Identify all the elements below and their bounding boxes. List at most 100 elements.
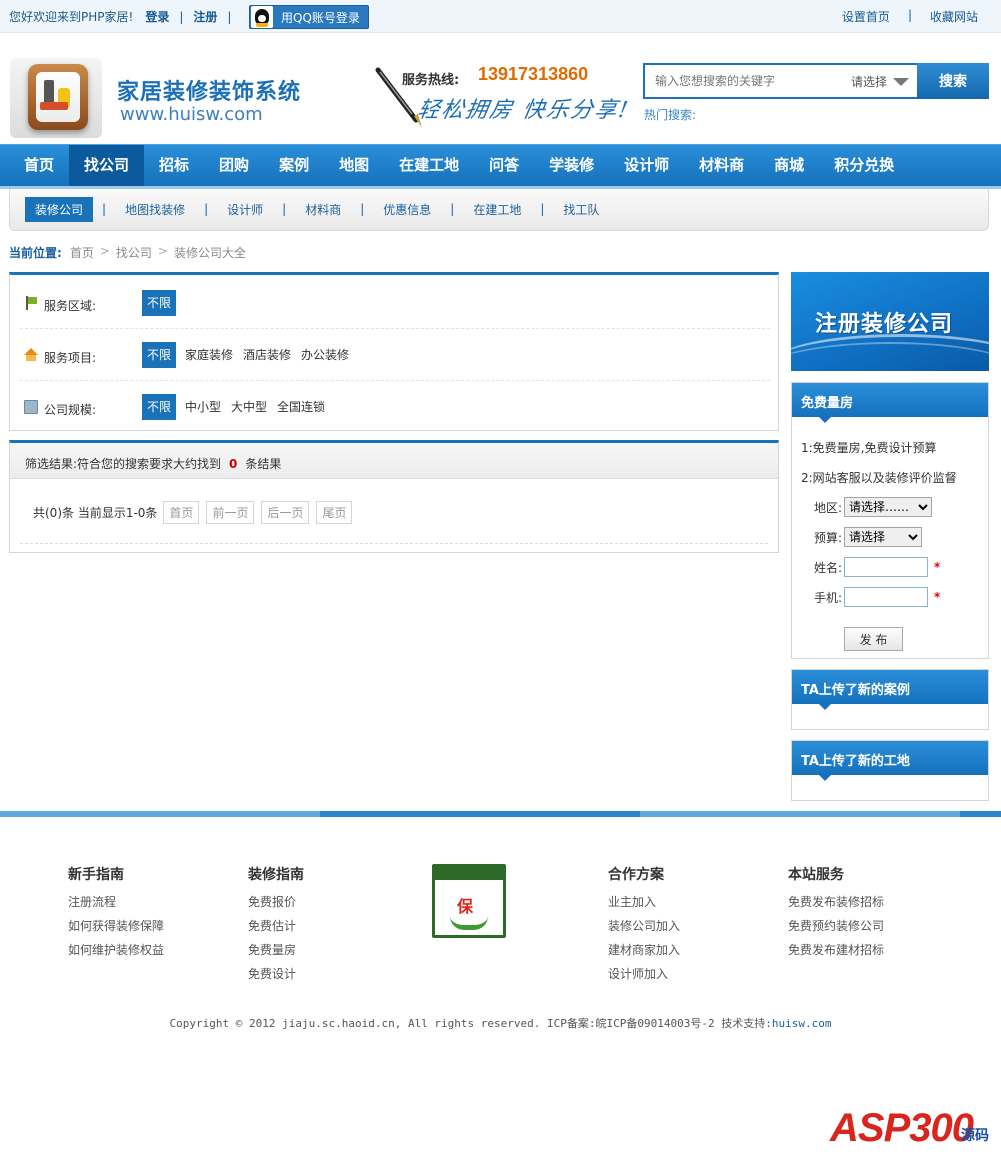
footer-link[interactable]: 设计师加入 [608, 962, 680, 986]
top-separator: | [907, 8, 912, 22]
sub-nav-item[interactable]: 材料商 | [295, 197, 373, 222]
search-category-select[interactable]: 请选择 [851, 73, 887, 90]
footer-link[interactable]: 如何获得装修保障 [68, 914, 164, 938]
main-nav-item[interactable]: 在建工地 [384, 145, 474, 187]
site-logo[interactable] [10, 58, 102, 138]
footer-column-guide: 新手指南 注册流程 如何获得装修保障 如何维护装修权益 [68, 864, 164, 962]
footer-link[interactable]: 免费设计 [248, 962, 304, 986]
footer-link[interactable]: 免费预约装修公司 [788, 914, 884, 938]
first-page-button[interactable]: 首页 [163, 501, 200, 524]
filter-option[interactable]: 全国连锁 [277, 394, 325, 420]
add-favorite-link[interactable]: 收藏网站 [930, 8, 978, 25]
flag-icon [24, 296, 38, 310]
footer-link[interactable]: 免费发布建材招标 [788, 938, 884, 962]
main-nav-item[interactable]: 设计师 [609, 145, 684, 187]
watermark-suffix: 源码 [961, 1128, 989, 1144]
sub-nav-separator: | [450, 202, 455, 216]
required-mark: * [934, 590, 941, 604]
login-link[interactable]: 登录 [145, 8, 169, 25]
filter-row-service: 服务项目: 不限 家庭装修 酒店装修 办公装修 [10, 329, 780, 381]
footer-column-title: 新手指南 [68, 867, 124, 883]
free-measure-line-1: 1:免费量房,免费设计预算 [801, 441, 937, 455]
budget-row: 预算: 请选择 [814, 527, 923, 547]
footer-link[interactable]: 免费发布装修招标 [788, 890, 884, 914]
filter-option[interactable]: 大中型 [231, 394, 267, 420]
footer-link[interactable]: 免费量房 [248, 938, 304, 962]
footer-column-title: 本站服务 [788, 867, 844, 883]
footer-column-cooperation: 合作方案 业主加入 装修公司加入 建材商家加入 设计师加入 [608, 864, 680, 986]
footer-link[interactable]: 装修公司加入 [608, 914, 680, 938]
main-nav-item[interactable]: 首页 [9, 145, 69, 187]
main-nav-item[interactable]: 找公司 [69, 145, 145, 187]
sub-nav-item[interactable]: 设计师 | [217, 197, 295, 222]
filter-option[interactable]: 办公装修 [301, 342, 349, 368]
set-homepage-link[interactable]: 设置首页 [842, 8, 890, 25]
filter-option-unlimited[interactable]: 不限 [142, 342, 177, 368]
search-input[interactable] [645, 65, 845, 97]
name-field[interactable] [844, 557, 929, 577]
required-mark: * [934, 560, 941, 574]
results-header: 筛选结果:符合您的搜索要求大约找到 0 条结果 [10, 443, 778, 479]
filter-option-unlimited[interactable]: 不限 [142, 394, 177, 420]
phone-label: 手机: [814, 590, 843, 605]
qq-login-button[interactable]: 用QQ账号登录 [249, 5, 369, 29]
sub-nav: 装修公司 | 地图找装修 | 设计师 | 材料商 | 优惠信息 | 在建工地 | 找工队 [9, 189, 989, 231]
qq-penguin-icon [251, 6, 273, 28]
register-link[interactable]: 注册 [193, 8, 217, 25]
main-nav-item[interactable]: 学装修 [534, 145, 609, 187]
support-link[interactable]: huisw.com [772, 1017, 832, 1030]
main-nav-item[interactable]: 积分兑换 [819, 145, 909, 187]
footer-column-decor-guide: 装修指南 免费报价 免费估计 免费量房 免费设计 [248, 864, 304, 986]
next-page-button[interactable]: 后一页 [261, 501, 310, 524]
footer-link[interactable]: 免费估计 [248, 914, 304, 938]
filter-option[interactable]: 家庭装修 [185, 342, 233, 368]
region-row: 地区: 请选择…… [814, 497, 933, 517]
main-nav-item[interactable]: 案例 [264, 145, 324, 187]
breadcrumb-home[interactable]: 首页 [70, 244, 94, 261]
footer-link[interactable]: 如何维护装修权益 [68, 938, 164, 962]
name-row: 姓名: * [814, 557, 940, 577]
budget-select[interactable]: 请选择 [844, 527, 923, 547]
footer-link[interactable]: 建材商家加入 [608, 938, 680, 962]
phone-field[interactable] [844, 587, 929, 607]
footer-link[interactable]: 注册流程 [68, 890, 164, 914]
last-page-button[interactable]: 尾页 [316, 501, 353, 524]
filter-option-unlimited[interactable]: 不限 [142, 290, 177, 316]
main-nav-item[interactable]: 材料商 [684, 145, 759, 187]
main-nav: 首页 找公司 招标 团购 案例 地图 在建工地 问答 学装修 设计师 材料商 商城 积分兑换 [0, 144, 1001, 187]
main-nav-item[interactable]: 商城 [759, 145, 819, 187]
new-sites-box: TA上传了新的工地 [791, 740, 989, 801]
footer-link[interactable]: 免费报价 [248, 890, 304, 914]
filter-option[interactable]: 酒店装修 [243, 342, 291, 368]
footer-column-services: 本站服务 免费发布装修招标 免费预约装修公司 免费发布建材招标 [788, 864, 884, 962]
filter-option[interactable]: 中小型 [185, 394, 221, 420]
filter-label: 服务项目: [44, 351, 97, 365]
register-company-banner[interactable]: 注册装修公司 [791, 272, 989, 371]
main-nav-item[interactable]: 招标 [144, 145, 204, 187]
region-select[interactable]: 请选择…… [844, 497, 933, 517]
main-nav-item[interactable]: 团购 [204, 145, 264, 187]
main-nav-item[interactable]: 问答 [474, 145, 534, 187]
sub-nav-item[interactable]: 在建工地 | [463, 197, 553, 222]
publish-button[interactable]: 发 布 [844, 627, 903, 651]
results-prefix: 筛选结果:符合您的搜索要求大约找到 [25, 457, 222, 471]
sub-nav-item[interactable]: 装修公司 | [25, 196, 115, 222]
house-icon [24, 348, 38, 362]
footer-link[interactable]: 业主加入 [608, 890, 680, 914]
prev-page-button[interactable]: 前一页 [206, 501, 255, 524]
footer-column-title: 合作方案 [608, 867, 664, 883]
sub-nav-item[interactable]: 优惠信息 | [373, 197, 463, 222]
sub-nav-item[interactable]: 找工队 [553, 197, 609, 222]
breadcrumb-find-company[interactable]: 找公司 [116, 244, 152, 261]
qq-login-label: 用QQ账号登录 [281, 10, 360, 25]
site-name: 家居装修装饰系统 [117, 80, 302, 105]
region-label: 地区: [814, 500, 843, 515]
sub-nav-separator: | [102, 202, 107, 216]
top-bar-left: 您好欢迎来到PHP家居! 登录 | 注册 | [9, 8, 241, 25]
breadcrumb-label: 当前位置: [9, 246, 62, 260]
main-nav-item[interactable]: 地图 [324, 145, 384, 187]
sub-nav-item[interactable]: 地图找装修 | [115, 197, 217, 222]
search-button[interactable]: 搜索 [917, 63, 989, 99]
top-bar-right: 设置首页 | 收藏网站 [842, 8, 978, 25]
chevron-down-icon[interactable] [893, 78, 909, 86]
